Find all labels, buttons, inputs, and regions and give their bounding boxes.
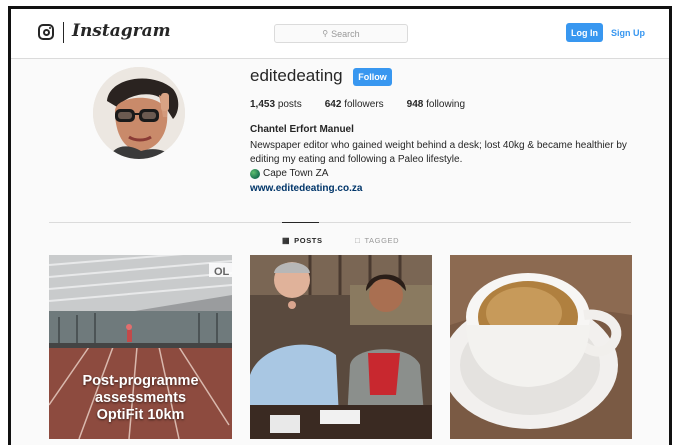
logo-divider bbox=[63, 22, 64, 43]
follow-button[interactable]: Follow bbox=[353, 68, 392, 86]
post-caption: Post-programme assessments OptiFit 10km bbox=[82, 373, 199, 423]
following-stat[interactable]: 948 following bbox=[407, 99, 465, 110]
tag-icon: □ bbox=[355, 236, 361, 245]
posts-stat-label: posts bbox=[277, 99, 302, 110]
profile-website-link[interactable]: www.editedeating.co.za bbox=[250, 183, 362, 194]
globe-icon bbox=[250, 168, 260, 179]
meeting-photo bbox=[250, 255, 432, 439]
post-tile-coffee[interactable] bbox=[450, 255, 632, 439]
instagram-wordmark[interactable]: Instagram bbox=[72, 21, 171, 41]
profile-avatar bbox=[93, 67, 185, 159]
avatar-photo bbox=[93, 67, 185, 159]
login-button[interactable]: Log In bbox=[566, 23, 603, 42]
followers-count: 642 bbox=[324, 99, 342, 110]
profile-stats: 1,453 posts 642 followers 948 following bbox=[250, 99, 488, 110]
signup-link[interactable]: Sign Up bbox=[611, 23, 645, 42]
profile-username: editedeating bbox=[250, 66, 343, 85]
following-count: 948 bbox=[406, 99, 424, 110]
post-tile-meeting[interactable] bbox=[250, 255, 432, 439]
search-placeholder: Search bbox=[331, 28, 360, 39]
coffee-photo bbox=[450, 255, 632, 439]
profile-location: Cape Town ZA bbox=[250, 168, 328, 179]
browser-frame: Instagram ⚲ Search Log In Sign Up edited… bbox=[8, 6, 672, 445]
active-tab-indicator bbox=[282, 222, 319, 223]
tab-tagged-label: TAGGED bbox=[364, 236, 400, 245]
following-stat-label: following bbox=[426, 99, 466, 110]
search-input[interactable]: ⚲ Search bbox=[274, 24, 408, 43]
tabs-divider bbox=[49, 222, 631, 223]
grid-icon: ▦ bbox=[282, 236, 291, 245]
post-badge-text: OL bbox=[214, 266, 230, 278]
followers-stat-label: followers bbox=[344, 99, 384, 110]
location-text: Cape Town ZA bbox=[263, 168, 329, 179]
top-navbar: Instagram ⚲ Search Log In Sign Up bbox=[11, 9, 669, 59]
search-icon: ⚲ bbox=[322, 29, 329, 38]
posts-count: 1,453 bbox=[250, 99, 276, 110]
profile-bio: Newspaper editor who gained weight behin… bbox=[250, 140, 627, 165]
tab-posts[interactable]: ▦ POSTS bbox=[282, 236, 323, 245]
posts-stat: 1,453 posts bbox=[250, 99, 302, 110]
followers-stat[interactable]: 642 followers bbox=[325, 99, 384, 110]
instagram-camera-icon[interactable] bbox=[38, 24, 54, 40]
tab-tagged[interactable]: □ TAGGED bbox=[355, 236, 399, 245]
tab-posts-label: POSTS bbox=[294, 236, 323, 245]
post-tile-gym[interactable]: OL Post-programme assessments OptiFit 10km bbox=[49, 255, 232, 439]
profile-full-name: Chantel Erfort Manuel bbox=[250, 124, 354, 135]
